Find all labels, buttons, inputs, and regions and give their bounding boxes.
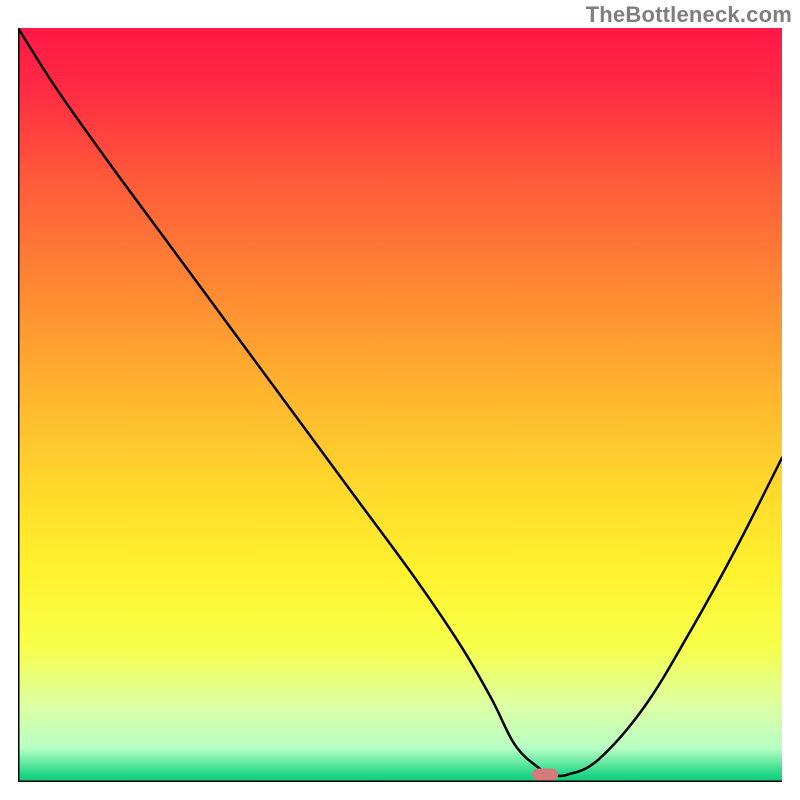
watermark-text: TheBottleneck.com xyxy=(586,2,792,28)
optimal-marker xyxy=(532,768,558,780)
bottleneck-chart xyxy=(18,28,782,782)
chart-container: TheBottleneck.com xyxy=(0,0,800,800)
plot-area xyxy=(18,28,782,782)
